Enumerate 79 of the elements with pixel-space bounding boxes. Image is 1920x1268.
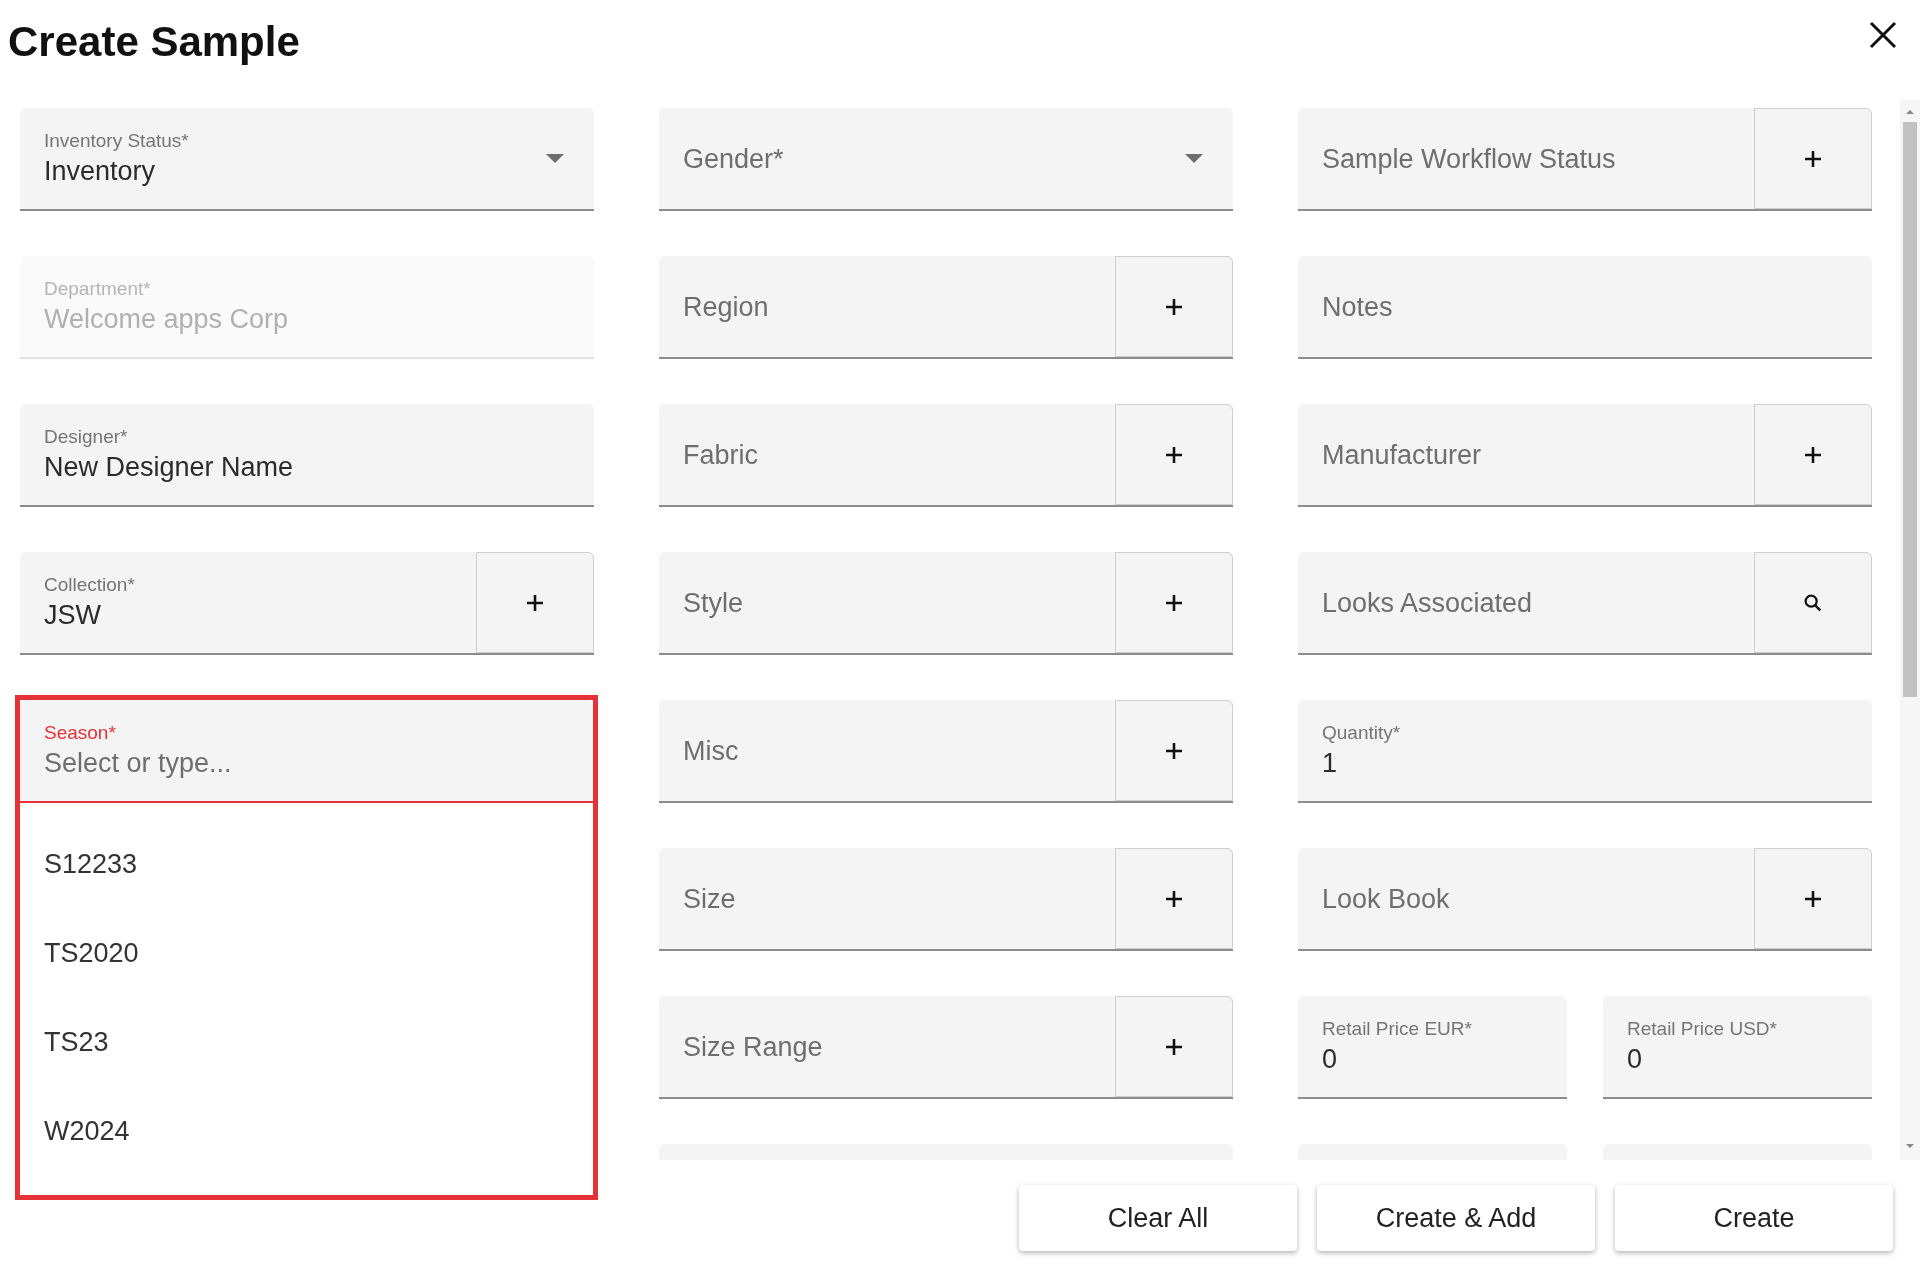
text-field[interactable]: Quantity* 1 — [1298, 700, 1872, 803]
add-button[interactable] — [1754, 404, 1872, 505]
text-field[interactable]: Style — [659, 552, 1233, 655]
add-button[interactable] — [1754, 108, 1872, 209]
field-label: Retail Price USD* — [1627, 1016, 1778, 1041]
field-label: Inventory Status* — [44, 128, 190, 153]
text-field[interactable]: Collection* JSW — [20, 552, 594, 655]
text-field[interactable]: Retail Price USD* 0 — [1603, 996, 1872, 1099]
field-value: JSW — [44, 598, 102, 632]
footer-button[interactable]: Create — [1615, 1185, 1893, 1251]
plus-icon — [1165, 741, 1183, 760]
add-button[interactable] — [1115, 996, 1233, 1097]
text-field[interactable]: Notes — [1298, 256, 1872, 359]
text-field[interactable]: Misc — [659, 700, 1233, 803]
text-field[interactable]: Size — [659, 848, 1233, 951]
combo-field[interactable]: Season* Select or type... — [20, 700, 593, 803]
plus-icon — [1165, 1037, 1183, 1056]
field-label: Designer* — [44, 424, 129, 449]
field-placeholder: Gender* — [683, 142, 785, 176]
search-button[interactable] — [1754, 552, 1872, 653]
plus-icon — [1804, 149, 1822, 168]
plus-icon — [1165, 593, 1183, 612]
field-label: Season* — [44, 720, 117, 745]
field-value: 1 — [1322, 746, 1339, 780]
plus-icon — [1165, 889, 1183, 908]
text-field[interactable]: Designer* New Designer Name — [20, 404, 594, 507]
field-value: 0 — [1627, 1042, 1644, 1076]
field-placeholder: Misc — [683, 734, 740, 768]
dropdown-option[interactable]: TS23 — [20, 998, 593, 1087]
footer-button[interactable]: Create & Add — [1317, 1185, 1595, 1251]
text-field[interactable]: Size Range — [659, 996, 1233, 1099]
add-button[interactable] — [1115, 700, 1233, 801]
add-button[interactable] — [1115, 404, 1233, 505]
footer-button[interactable]: Clear All — [1019, 1185, 1297, 1251]
field-value: 0 — [1322, 1042, 1339, 1076]
scrollbar[interactable] — [1900, 100, 1920, 1160]
plus-icon — [1165, 297, 1183, 316]
add-button[interactable] — [1754, 848, 1872, 949]
field-placeholder: Size — [683, 882, 737, 916]
field-label: Retail Price EUR* — [1322, 1016, 1473, 1041]
caret-icon — [1185, 154, 1203, 163]
field-placeholder: Notes — [1322, 290, 1394, 324]
search-field[interactable]: Looks Associated — [1298, 552, 1872, 655]
field-value: New Designer Name — [44, 450, 295, 484]
text-field[interactable]: Manufacturer — [1298, 404, 1872, 507]
field-placeholder: Region — [683, 290, 770, 324]
field-placeholder: Select or type... — [44, 746, 233, 780]
add-button[interactable] — [1115, 256, 1233, 357]
text-field[interactable]: Fabric — [659, 404, 1233, 507]
text-field[interactable]: Sample Workflow Status — [1298, 108, 1872, 211]
field-placeholder: Size Range — [683, 1030, 824, 1064]
field-label: Quantity* — [1322, 720, 1402, 745]
plus-icon — [1804, 889, 1822, 908]
field-placeholder: Style — [683, 586, 745, 620]
plus-icon — [1804, 445, 1822, 464]
text-field[interactable]: Retail Price EUR* 0 — [1298, 996, 1567, 1099]
field-value: Inventory — [44, 154, 157, 188]
caret-icon — [546, 154, 564, 163]
text-field[interactable]: Region — [659, 256, 1233, 359]
add-button[interactable] — [1115, 848, 1233, 949]
field-placeholder: Sample Workflow Status — [1322, 142, 1617, 176]
field-placeholder: Looks Associated — [1322, 586, 1534, 620]
field-label: Department* — [44, 276, 152, 301]
field-label: Collection* — [44, 572, 136, 597]
select-field[interactable]: Inventory Status* Inventory — [20, 108, 594, 211]
dropdown-option[interactable]: W2024 — [20, 1087, 593, 1176]
plus-icon — [526, 593, 544, 612]
field-placeholder: Fabric — [683, 438, 759, 472]
dropdown-option[interactable]: S12233 — [20, 820, 593, 909]
field-value: Welcome apps Corp — [44, 302, 290, 336]
add-button[interactable] — [1115, 552, 1233, 653]
text-field[interactable]: Look Book — [1298, 848, 1872, 951]
dropdown-option[interactable]: TS2020 — [20, 909, 593, 998]
select-field[interactable]: Gender* — [659, 108, 1233, 211]
field-placeholder: Manufacturer — [1322, 438, 1483, 472]
field-placeholder: Look Book — [1322, 882, 1451, 916]
add-button[interactable] — [476, 552, 594, 653]
plus-icon — [1165, 445, 1183, 464]
dialog-title: Create Sample — [8, 17, 300, 67]
